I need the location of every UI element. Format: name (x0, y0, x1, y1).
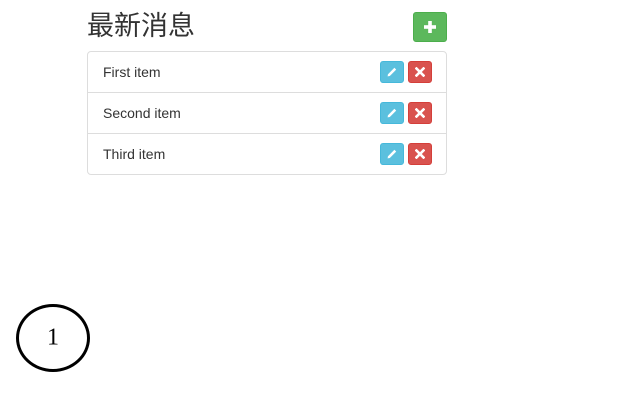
list-item-actions (380, 143, 432, 165)
list-item: Second item (88, 92, 446, 133)
list-item-actions (380, 102, 432, 124)
edit-button[interactable] (380, 143, 404, 165)
page: 最新消息 First item Second item Third item 1 (0, 0, 628, 404)
list-item-label: Second item (103, 105, 181, 121)
add-item-button[interactable] (413, 12, 447, 42)
list-item: Third item (88, 133, 446, 174)
list-item: First item (88, 52, 446, 92)
page-number-label: 1 (47, 324, 59, 351)
news-list: First item Second item Third item (87, 51, 447, 175)
delete-button[interactable] (408, 61, 432, 83)
list-item-actions (380, 61, 432, 83)
delete-button[interactable] (408, 143, 432, 165)
edit-button[interactable] (380, 61, 404, 83)
page-number-badge: 1 (16, 304, 90, 372)
delete-button[interactable] (408, 102, 432, 124)
page-title: 最新消息 (87, 11, 195, 42)
list-item-label: Third item (103, 146, 166, 162)
edit-button[interactable] (380, 102, 404, 124)
panel-header: 最新消息 (87, 8, 447, 44)
list-item-label: First item (103, 64, 161, 80)
